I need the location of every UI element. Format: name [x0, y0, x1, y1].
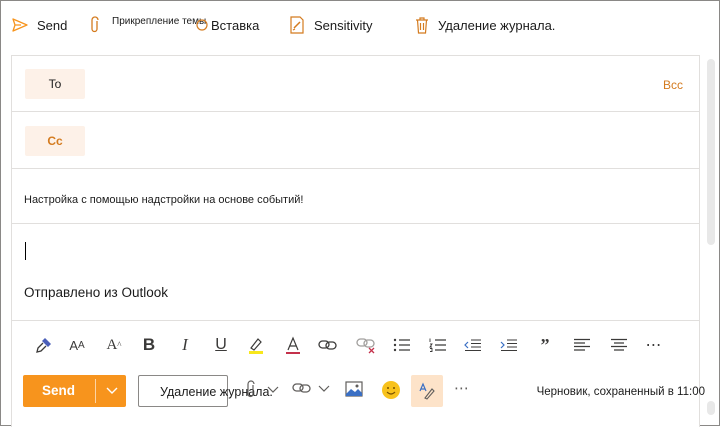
cc-label: Cc: [47, 134, 63, 148]
ribbon-send-label: Send: [37, 17, 68, 33]
bullets-icon[interactable]: [392, 335, 412, 355]
link-icon: [196, 19, 208, 31]
subject-field[interactable]: Настройка с помощью надстройки на основе…: [24, 194, 303, 206]
link-icon[interactable]: [318, 335, 338, 355]
top-ribbon: Send Прикрепление темы Вставка Sensitivi…: [1, 1, 720, 49]
align-center-icon[interactable]: [609, 335, 629, 355]
ribbon-sensitivity-label: Sensitivity: [314, 17, 373, 33]
chevron-down-icon: [318, 385, 330, 392]
ribbon-send-button[interactable]: Send: [12, 13, 67, 37]
emoji-icon: [382, 381, 400, 399]
picture-icon: [345, 381, 363, 397]
send-divider: [95, 379, 96, 403]
insert-picture-button[interactable]: [345, 381, 363, 397]
font-color-icon[interactable]: [283, 335, 303, 355]
more-options-icon[interactable]: ⋯: [454, 379, 470, 397]
paperclip-icon: [91, 16, 99, 33]
unlink-icon[interactable]: [356, 335, 376, 355]
chevron-down-icon[interactable]: [105, 383, 119, 397]
send-button-label: Send: [42, 383, 76, 398]
ribbon-insert-button[interactable]: Вставка: [195, 13, 259, 37]
scrollbar-bottom[interactable]: [707, 401, 715, 415]
link-icon: [292, 383, 311, 393]
more-icon[interactable]: ⋯: [644, 335, 664, 355]
paperclip-icon: [247, 380, 255, 398]
cc-button[interactable]: Cc: [25, 126, 85, 156]
discard-button[interactable]: Удаление журнала.: [138, 375, 273, 407]
bold-icon[interactable]: B: [139, 335, 159, 355]
quote-icon[interactable]: ”: [535, 335, 555, 355]
compose-window: Send Прикрепление темы Вставка Sensitivi…: [0, 0, 720, 427]
to-row[interactable]: To Bcc: [12, 56, 699, 112]
increase-indent-icon[interactable]: [499, 335, 519, 355]
ribbon-attach-button[interactable]: Прикрепление темы: [89, 13, 206, 37]
trash-icon: [416, 17, 428, 34]
draft-saved-status: Черновик, сохраненный в 11:00: [536, 386, 705, 398]
numbering-icon[interactable]: [428, 335, 448, 355]
editor-icon: [419, 382, 435, 400]
font-size-icon[interactable]: AA: [67, 335, 87, 355]
emoji-button[interactable]: [381, 380, 401, 400]
bcc-button[interactable]: Bcc: [663, 78, 683, 92]
highlight-icon[interactable]: [246, 335, 266, 355]
chevron-down-icon: [267, 386, 279, 393]
align-left-icon[interactable]: [572, 335, 592, 355]
send-button[interactable]: Send: [23, 375, 126, 407]
body-caret: [25, 242, 26, 260]
to-button[interactable]: To: [25, 69, 85, 99]
editor-button[interactable]: [411, 375, 443, 407]
ribbon-discard-button[interactable]: Удаление журнала.: [415, 13, 555, 37]
format-painter-icon[interactable]: [34, 335, 54, 355]
scrollbar[interactable]: [707, 59, 715, 245]
attach-button[interactable]: [245, 379, 279, 399]
insert-link-button[interactable]: [292, 381, 330, 395]
ribbon-insert-label: Вставка: [211, 17, 260, 33]
ribbon-attach-label: Прикрепление темы: [112, 15, 207, 27]
signature-text[interactable]: Отправлено из Outlook: [24, 285, 168, 300]
bottom-bar: Send Удаление журнала. ⋯ Черновик, сохра…: [11, 367, 705, 427]
sensitivity-icon: [290, 16, 304, 34]
send-icon: [12, 18, 28, 32]
ribbon-sensitivity-button[interactable]: Sensitivity: [289, 13, 373, 37]
format-toolbar: AA A ^ B I U ” ⋯: [12, 320, 699, 368]
underline-icon[interactable]: U: [211, 335, 231, 355]
decrease-indent-icon[interactable]: [463, 335, 483, 355]
to-label: To: [48, 77, 62, 91]
italic-icon[interactable]: I: [175, 335, 195, 355]
ribbon-discard-label: Удаление журнала.: [438, 17, 556, 33]
cc-row[interactable]: Cc: [12, 112, 699, 169]
font-grow-icon[interactable]: A ^: [104, 335, 124, 355]
